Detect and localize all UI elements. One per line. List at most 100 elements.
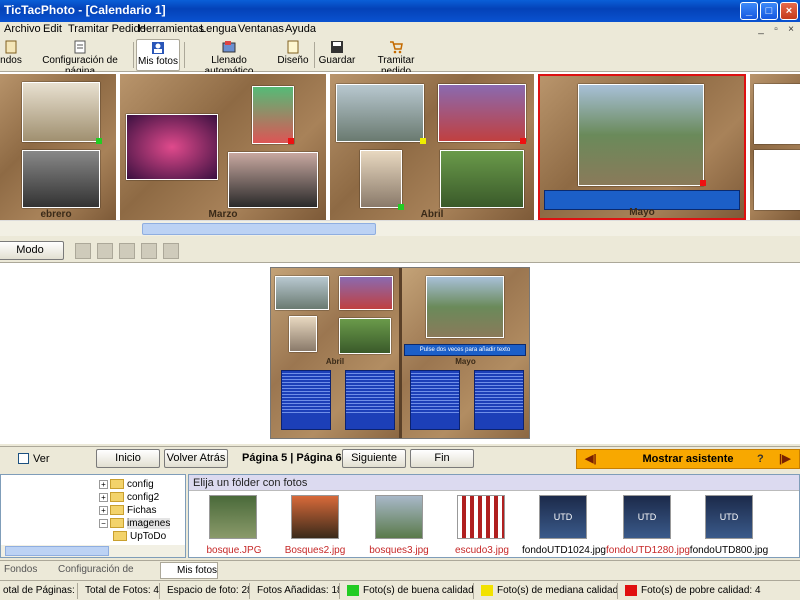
shopping-cart-icon	[390, 41, 403, 54]
menu-edit[interactable]: Edit	[43, 23, 62, 35]
page-thumb-may[interactable]: Mayo	[538, 74, 746, 220]
layout-icon[interactable]	[119, 243, 135, 259]
quality-dot	[700, 180, 706, 186]
auto-fill-icon	[222, 41, 236, 53]
fondos-button[interactable]: ndos	[0, 39, 22, 71]
expert-mode-button[interactable]: Modo experto	[0, 241, 64, 273]
title-bar: TicTacPhoto - [Calendario 1] _ □ ×	[0, 0, 800, 22]
ver-checkbox[interactable]	[18, 453, 29, 464]
photo-name[interactable]: escudo3.jpg	[449, 545, 515, 556]
photo-thumbnail[interactable]: UTD	[705, 495, 753, 539]
expand-icon[interactable]: +	[99, 479, 108, 489]
folder-tree[interactable]: + config + config2 + Fichas − imagenes UpToD…	[0, 474, 186, 558]
photo-thumbnail[interactable]	[291, 495, 339, 539]
tree-scrollbar[interactable]	[1, 545, 185, 557]
photo-thumbnail[interactable]	[457, 495, 505, 539]
tab-page-config[interactable]: Configuración de página	[42, 562, 156, 591]
photo-thumbnail[interactable]: UTD	[539, 495, 587, 539]
show-assistant-button[interactable]: ◀| Mostrar asistente ? |▶	[576, 449, 800, 469]
left-page[interactable]: Abril	[271, 268, 399, 438]
folder-icon	[110, 518, 124, 529]
photo-name[interactable]: fondoUTD1024.jpg	[521, 545, 607, 556]
save-button[interactable]: Guardar	[318, 39, 356, 71]
photo-thumbnail[interactable]	[375, 495, 423, 539]
calendar-grid	[410, 370, 460, 430]
minimize-button[interactable]: _	[740, 2, 758, 20]
tree-item[interactable]: + config	[99, 479, 154, 490]
photo[interactable]	[275, 276, 329, 310]
tab-fondos[interactable]: Fondos	[0, 562, 38, 579]
order-button[interactable]: Tramitar pedido	[364, 39, 428, 77]
expand-icon[interactable]: +	[99, 492, 108, 502]
photo[interactable]	[339, 276, 393, 310]
layout-icon[interactable]	[97, 243, 113, 259]
page-config-button[interactable]: Configuración de página	[30, 39, 130, 77]
filmstrip-scrollbar[interactable]	[0, 220, 800, 236]
photo[interactable]	[289, 316, 317, 352]
photo	[578, 84, 704, 186]
page-thumb-april[interactable]: Abril	[330, 74, 534, 220]
arrow-left-icon: ◀|	[585, 453, 597, 465]
photo-name[interactable]: bosques3.jpg	[363, 545, 435, 556]
photo-name[interactable]: fondoUTD800.jpg	[689, 545, 769, 556]
mdi-close-icon[interactable]: ×	[784, 23, 798, 36]
calendar-grid	[474, 370, 524, 430]
separator	[133, 42, 134, 68]
page-spread[interactable]: Abril Pulse dos veces para añadir texto …	[270, 267, 530, 439]
collapse-icon[interactable]: −	[99, 518, 108, 528]
status-photos-added: Fotos Añadidas: 18	[254, 583, 340, 599]
tree-item[interactable]: + Fichas	[99, 505, 156, 516]
mdi-restore-icon[interactable]: ▫	[769, 23, 783, 36]
tree-item[interactable]: UpToDo	[113, 531, 183, 542]
my-photos-button[interactable]: Mis fotos	[136, 39, 180, 71]
photo[interactable]	[339, 318, 391, 354]
text-box[interactable]: Pulse dos veces para añadir texto	[404, 344, 526, 356]
green-swatch	[347, 584, 359, 596]
photo-name[interactable]: Bosques2.jpg	[279, 545, 351, 556]
right-page[interactable]: Pulse dos veces para añadir texto Mayo	[402, 268, 529, 438]
grid-icon[interactable]	[163, 243, 179, 259]
month-label: Mayo	[455, 357, 476, 366]
menu-herramientas[interactable]: Herramientas	[138, 23, 204, 35]
next-button[interactable]: Siguiente	[342, 449, 406, 468]
page-label: ebrero	[40, 209, 72, 220]
photo-thumbnail[interactable]: UTD	[623, 495, 671, 539]
expand-icon[interactable]: +	[99, 505, 108, 515]
first-page-button[interactable]: Inicio	[96, 449, 160, 468]
design-canvas[interactable]: Abril Pulse dos veces para añadir texto …	[0, 262, 800, 444]
page-settings-icon	[74, 40, 86, 54]
navigation-bar: Ver Inicio Volver Atrás Página 5 | Págin…	[0, 446, 800, 470]
photo-thumbnail[interactable]	[209, 495, 257, 539]
page-thumb-february[interactable]: ebrero	[0, 74, 116, 220]
close-button[interactable]: ×	[780, 2, 798, 20]
design-button[interactable]: Diseño	[276, 39, 310, 71]
photo	[440, 150, 524, 208]
auto-fill-button[interactable]: Llenado automático	[188, 39, 270, 77]
toolbar: ndos Configuración de página Mis fotos L…	[0, 38, 800, 77]
tree-item[interactable]: + config2	[99, 492, 159, 503]
quality-dot	[96, 138, 102, 144]
page-thumb-march[interactable]: Marzo	[120, 74, 326, 220]
scrollbar-thumb[interactable]	[142, 223, 376, 235]
back-button[interactable]: Volver Atrás	[164, 449, 228, 468]
layout-icon[interactable]	[141, 243, 157, 259]
floppy-disk-icon	[331, 41, 343, 53]
status-total-pages: otal de Páginas: 13	[0, 583, 78, 599]
last-page-button[interactable]: Fin	[410, 449, 474, 468]
menu-ventanas[interactable]: Ventanas	[238, 23, 284, 35]
menu-archivo[interactable]: Archivo	[4, 23, 41, 35]
photo-name[interactable]: bosque.JPG	[199, 545, 269, 556]
layout-icon[interactable]	[75, 243, 91, 259]
menu-ayuda[interactable]: Ayuda	[285, 23, 316, 35]
mdi-minimize-icon[interactable]: _	[754, 23, 768, 36]
maximize-button[interactable]: □	[760, 2, 778, 20]
photo-name[interactable]: fondoUTD1280.jpg	[605, 545, 691, 556]
page-thumb-june[interactable]	[750, 74, 800, 220]
menu-lengua[interactable]: Lengua	[200, 23, 237, 35]
status-total-photos: Total de Fotos: 46	[82, 583, 160, 599]
tree-item[interactable]: − imagenes	[99, 518, 171, 529]
photo[interactable]	[426, 276, 504, 338]
menu-tramitar-pedido[interactable]: Tramitar Pedido	[68, 23, 146, 35]
scrollbar-thumb[interactable]	[5, 546, 109, 556]
tab-my-photos[interactable]: Mis fotos	[160, 562, 218, 579]
